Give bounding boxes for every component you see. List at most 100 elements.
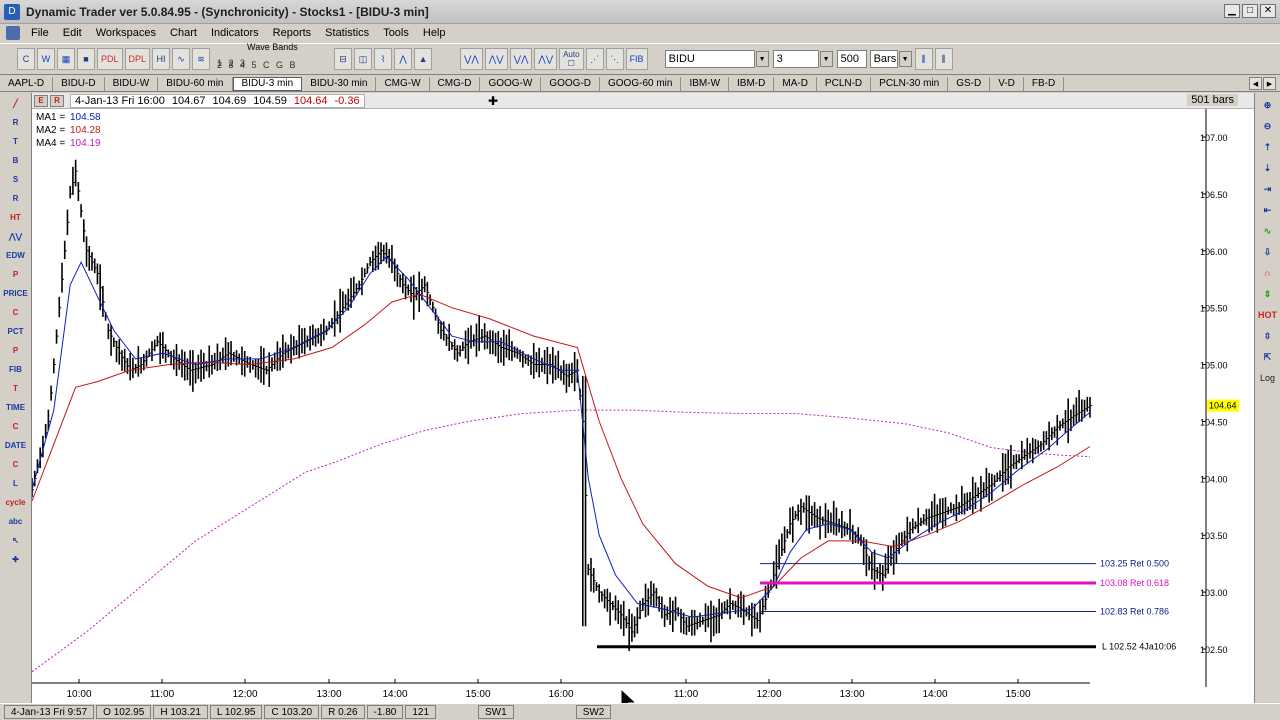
- menu-tools[interactable]: Tools: [376, 27, 416, 39]
- tool-abc-icon[interactable]: abc: [4, 513, 28, 530]
- projection-icon[interactable]: ⋰: [585, 48, 604, 70]
- pointer-icon[interactable]: ↖: [4, 532, 28, 549]
- tab-pcln-d[interactable]: PCLN-D: [817, 76, 872, 91]
- fib-button[interactable]: FIB: [625, 48, 648, 70]
- header-tag-icon[interactable]: E: [34, 94, 48, 107]
- menu-edit[interactable]: Edit: [56, 27, 89, 39]
- maximize-icon[interactable]: □: [1242, 4, 1258, 18]
- tool-p-icon[interactable]: P: [4, 266, 28, 283]
- menu-workspaces[interactable]: Workspaces: [89, 27, 163, 39]
- zoom-in-icon[interactable]: ⊕: [1258, 96, 1278, 114]
- bar-unit-dropdown-icon[interactable]: ▼: [898, 51, 912, 67]
- time-projection-icon[interactable]: ⋱: [605, 48, 624, 70]
- tool-c3-icon[interactable]: C: [4, 456, 28, 473]
- oscillator-icon[interactable]: ≋: [192, 48, 211, 70]
- tool-pct-icon[interactable]: PCT: [4, 323, 28, 340]
- tool-time-icon[interactable]: TIME: [4, 399, 28, 416]
- symbol-dropdown-icon[interactable]: ▼: [755, 51, 769, 67]
- bar-count-input[interactable]: 500: [836, 50, 867, 68]
- tab-bidu-w[interactable]: BIDU-W: [105, 76, 159, 91]
- tool-edw-icon[interactable]: EDW: [4, 247, 28, 264]
- save-icon[interactable]: ■: [77, 48, 95, 70]
- wave-tool-icon[interactable]: ⌇: [374, 48, 393, 70]
- tool-c-icon[interactable]: C: [4, 304, 28, 321]
- tool-date-icon[interactable]: DATE: [4, 437, 28, 454]
- magnet-icon[interactable]: ∩: [1258, 264, 1278, 282]
- bars-gray-icon[interactable]: ⫼: [934, 48, 953, 70]
- tab-cmg-w[interactable]: CMG-W: [376, 76, 430, 91]
- menu-chart[interactable]: Chart: [163, 27, 204, 39]
- expand-right-icon[interactable]: ⇥: [1258, 180, 1278, 198]
- split-icon[interactable]: ◫: [354, 48, 373, 70]
- copy-icon[interactable]: C: [17, 48, 35, 70]
- line-tool-icon[interactable]: ╱: [4, 95, 28, 112]
- menu-statistics[interactable]: Statistics: [318, 27, 376, 39]
- scroll-up-icon[interactable]: ⇡: [1258, 138, 1278, 156]
- compress-icon[interactable]: ⇳: [1258, 327, 1278, 345]
- tab-cmg-d[interactable]: CMG-D: [430, 76, 481, 91]
- layout-icon[interactable]: ⊟: [334, 48, 353, 70]
- tool-l-icon[interactable]: L: [4, 475, 28, 492]
- tool-fib-icon[interactable]: FIB: [4, 361, 28, 378]
- tab-v-d[interactable]: V-D: [990, 76, 1024, 91]
- auto-toggle[interactable]: Auto ☐: [559, 48, 584, 70]
- tool-b-icon[interactable]: B: [4, 152, 28, 169]
- crosshair-icon[interactable]: ✚: [4, 551, 28, 568]
- document-icon[interactable]: [6, 26, 20, 40]
- menu-file[interactable]: File: [24, 27, 56, 39]
- workspace-icon[interactable]: W: [37, 48, 55, 70]
- interval-dropdown-icon[interactable]: ▼: [819, 51, 833, 67]
- tab-ibm-w[interactable]: IBM-W: [681, 76, 730, 91]
- close-icon[interactable]: ✕: [1260, 4, 1276, 18]
- tool-t2-icon[interactable]: T: [4, 380, 28, 397]
- tool-p2-icon[interactable]: P: [4, 342, 28, 359]
- zigzag-2-icon[interactable]: ⋀⋁: [484, 48, 508, 70]
- tab-goog-d[interactable]: GOOG-D: [541, 76, 600, 91]
- scroll-down-icon[interactable]: ⇣: [1258, 159, 1278, 177]
- arrow-up-icon[interactable]: ▲: [414, 48, 433, 70]
- chart-svg[interactable]: 107.00 106.50 106.00 105.50 105.00 104.50 104.…: [31, 109, 1254, 714]
- arrow-down-icon[interactable]: ⇩: [1258, 243, 1278, 261]
- tool-price-icon[interactable]: PRICE: [3, 285, 27, 302]
- menu-help[interactable]: Help: [416, 27, 453, 39]
- bar-unit-select[interactable]: Bars: [869, 50, 898, 68]
- price-chart[interactable]: 107.00 106.50 106.00 105.50 105.00 104.50 104.…: [31, 109, 1254, 714]
- tool-c2-icon[interactable]: C: [4, 418, 28, 435]
- dpl-button[interactable]: DPL: [124, 48, 151, 70]
- symbol-input[interactable]: BIDU: [664, 50, 755, 68]
- tab-ma-d[interactable]: MA-D: [774, 76, 817, 91]
- expand-left-icon[interactable]: ⇤: [1258, 201, 1278, 219]
- zigzag-3-icon[interactable]: ⋁⋀: [509, 48, 533, 70]
- tool-r-icon[interactable]: R: [4, 114, 28, 131]
- tab-gs-d[interactable]: GS-D: [948, 76, 991, 91]
- hi-button[interactable]: HI: [152, 48, 171, 70]
- tab-goog-w[interactable]: GOOG-W: [480, 76, 542, 91]
- indicator-icon[interactable]: ∿: [172, 48, 191, 70]
- zigzag-4-icon[interactable]: ⋀⋁: [534, 48, 558, 70]
- log-toggle[interactable]: Log: [1258, 369, 1278, 387]
- tab-bidu-60[interactable]: BIDU-60 min: [158, 76, 233, 91]
- menu-indicators[interactable]: Indicators: [204, 27, 266, 39]
- tabs-prev-icon[interactable]: ◀: [1249, 77, 1262, 90]
- zigzag-1-icon[interactable]: ⋁⋀: [460, 48, 483, 70]
- tab-aapl-d[interactable]: AAPL-D: [0, 76, 54, 91]
- tab-bidu-d[interactable]: BIDU-D: [53, 76, 105, 91]
- bars-style-icon[interactable]: ⫼: [914, 48, 933, 70]
- zigzag-tool-icon[interactable]: ⋀⋁: [4, 228, 28, 245]
- tab-bidu-30[interactable]: BIDU-30 min: [302, 76, 377, 91]
- minimize-icon[interactable]: ▁: [1224, 4, 1240, 18]
- tool-s-icon[interactable]: S: [4, 171, 28, 188]
- tab-bidu-3[interactable]: BIDU-3 min: [232, 76, 303, 91]
- zoom-out-icon[interactable]: ⊖: [1258, 117, 1278, 135]
- arrows-icon[interactable]: ⇕: [1258, 285, 1278, 303]
- template-icon[interactable]: ▦: [57, 48, 75, 70]
- tab-fb-d[interactable]: FB-D: [1024, 76, 1065, 91]
- tool-r2-icon[interactable]: R: [4, 190, 28, 207]
- indicator-green-icon[interactable]: ∿: [1258, 222, 1278, 240]
- tool-t-icon[interactable]: T: [4, 133, 28, 150]
- expand-icon[interactable]: ⇱: [1258, 348, 1278, 366]
- menu-reports[interactable]: Reports: [266, 27, 319, 39]
- header-tag-r-icon[interactable]: R: [50, 94, 64, 107]
- pdl-button[interactable]: PDL: [97, 48, 123, 70]
- tab-goog-60[interactable]: GOOG-60 min: [600, 76, 682, 91]
